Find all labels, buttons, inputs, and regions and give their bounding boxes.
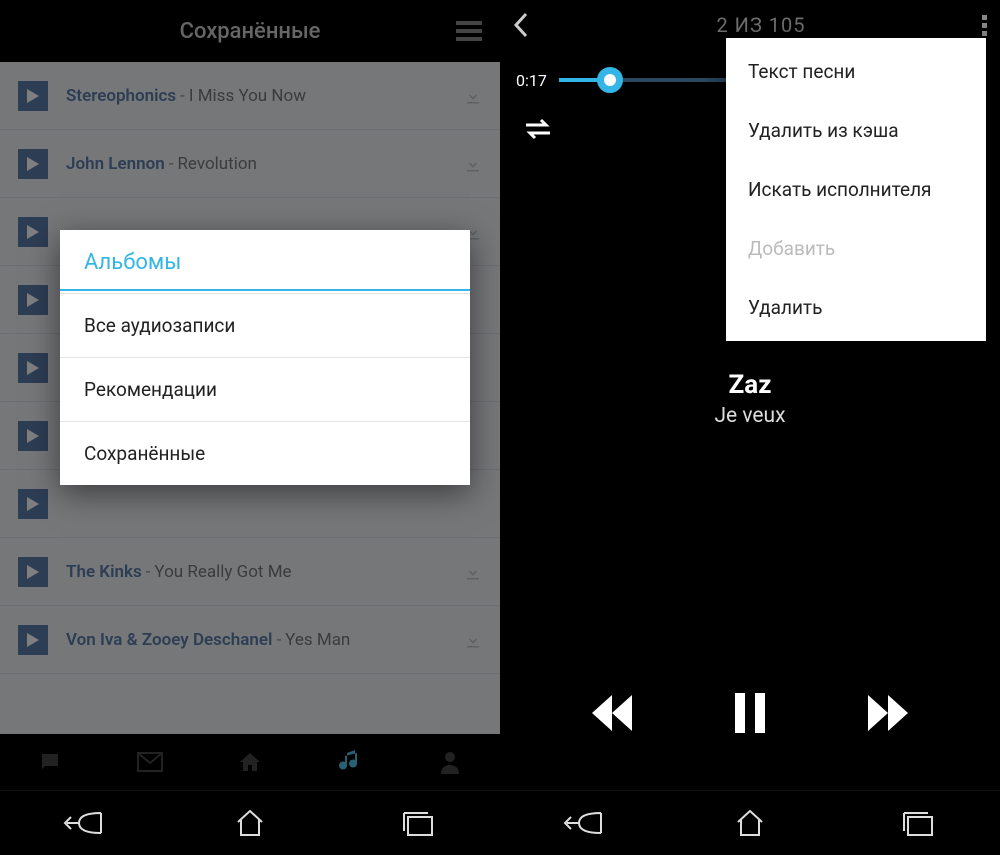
player-content: 2 ИЗ 105 0:17 Zaz Je veux [500,0,1000,790]
tab-music[interactable] [300,734,400,790]
track-title: You Really Got Me [154,562,291,582]
tab-home[interactable] [200,734,300,790]
nav-back-button[interactable] [543,802,623,844]
ctx-add: Добавить [726,219,986,278]
play-icon[interactable] [18,489,48,519]
track-artist: John Lennon [66,154,165,174]
nav-recent-button[interactable] [877,802,957,844]
nav-back-button[interactable] [43,802,123,844]
page-title: Сохранённые [180,19,321,44]
ctx-clear-cache[interactable]: Удалить из кэша [726,101,986,160]
play-icon[interactable] [18,421,48,451]
android-navbar [500,790,1000,855]
song-title: Je veux [500,404,1000,428]
list-item[interactable]: Von Iva & Zooey Deschanel - Yes Man [0,606,500,674]
bottom-tabs [0,734,500,790]
download-icon[interactable] [464,631,482,649]
left-screen: Сохранённые Stereophonics - I Miss You N… [0,0,500,855]
android-navbar [0,790,500,855]
dialog-item-saved[interactable]: Сохранённые [60,421,470,485]
context-menu: Текст песни Удалить из кэша Искать испол… [726,38,986,341]
play-icon[interactable] [18,353,48,383]
track-artist: The Kinks [66,562,142,582]
prev-button[interactable] [592,695,632,735]
list-item[interactable]: Stereophonics - I Miss You Now [0,62,500,130]
separator: - [169,154,174,174]
play-icon[interactable] [18,625,48,655]
albums-dialog: Альбомы Все аудиозаписи Рекомендации Сох… [60,230,470,485]
tab-mail[interactable] [100,734,200,790]
tab-chat[interactable] [0,734,100,790]
dialog-item-recommend[interactable]: Рекомендации [60,357,470,421]
dialog-divider [60,289,470,291]
pause-button[interactable] [735,693,765,737]
play-icon[interactable] [18,149,48,179]
overflow-icon[interactable] [980,15,988,36]
download-icon[interactable] [464,563,482,581]
ctx-lyrics[interactable]: Текст песни [726,42,986,101]
nav-home-button[interactable] [210,802,290,844]
list-item[interactable]: The Kinks - You Really Got Me [0,538,500,606]
play-icon[interactable] [18,217,48,247]
dialog-title: Альбомы [60,230,470,289]
dialog-item-all[interactable]: Все аудиозаписи [60,293,470,357]
ctx-delete[interactable]: Удалить [726,278,986,337]
track-title: Yes Man [285,630,350,650]
play-icon[interactable] [18,81,48,111]
ctx-search-artist[interactable]: Искать исполнителя [726,160,986,219]
track-title: Revolution [177,154,256,174]
left-content: Сохранённые Stereophonics - I Miss You N… [0,0,500,855]
track-artist: Stereophonics [66,86,176,106]
separator: - [276,630,281,650]
play-icon[interactable] [18,285,48,315]
separator: - [146,562,151,582]
right-screen: 2 ИЗ 105 0:17 Zaz Je veux [500,0,1000,855]
list-item[interactable]: John Lennon - Revolution [0,130,500,198]
separator: - [180,86,185,106]
seek-thumb[interactable] [597,67,623,93]
next-button[interactable] [868,695,908,735]
back-icon[interactable] [512,12,530,38]
song-info: Zaz Je veux [500,370,1000,428]
repeat-icon[interactable] [522,118,554,140]
player-controls [500,670,1000,760]
tab-profile[interactable] [400,734,500,790]
play-icon[interactable] [18,557,48,587]
download-icon[interactable] [464,87,482,105]
seek-time: 0:17 [516,71,547,90]
hamburger-icon[interactable] [456,21,482,41]
nav-recent-button[interactable] [377,802,457,844]
track-artist: Von Iva & Zooey Deschanel [66,630,272,650]
nav-home-button[interactable] [710,802,790,844]
left-header: Сохранённые [0,0,500,62]
artist-name: Zaz [500,370,1000,400]
track-counter: 2 ИЗ 105 [542,13,980,37]
download-icon[interactable] [464,155,482,173]
track-title: I Miss You Now [189,86,306,106]
